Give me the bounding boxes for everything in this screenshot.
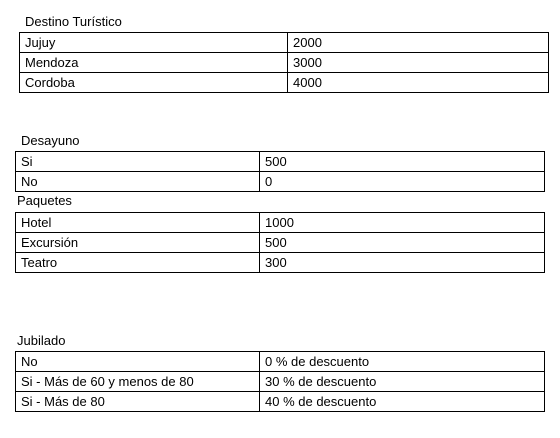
table-row: Excursión 500 bbox=[15, 232, 545, 253]
table-row: No 0 % de descuento bbox=[15, 351, 545, 372]
table-row: No 0 bbox=[15, 171, 545, 192]
row-label: Mendoza bbox=[19, 52, 288, 73]
destino-title: Destino Turístico bbox=[25, 14, 122, 29]
jubilado-table: No 0 % de descuento Si - Más de 60 y men… bbox=[15, 351, 545, 412]
table-row: Si 500 bbox=[15, 151, 545, 172]
paquetes-title: Paquetes bbox=[17, 193, 72, 208]
table-row: Si - Más de 80 40 % de descuento bbox=[15, 391, 545, 412]
row-label: Si bbox=[15, 151, 260, 172]
row-label: No bbox=[15, 351, 260, 372]
row-value: 40 % de descuento bbox=[259, 391, 545, 412]
row-label: Hotel bbox=[15, 212, 260, 233]
row-label: Si - Más de 80 bbox=[15, 391, 260, 412]
row-value: 300 bbox=[259, 252, 545, 273]
destino-table: Jujuy 2000 Mendoza 3000 Cordoba 4000 bbox=[19, 32, 549, 93]
table-row: Hotel 1000 bbox=[15, 212, 545, 233]
desayuno-table: Si 500 No 0 bbox=[15, 151, 545, 192]
table-row: Teatro 300 bbox=[15, 252, 545, 273]
row-label: Jujuy bbox=[19, 32, 288, 53]
table-row: Mendoza 3000 bbox=[19, 52, 549, 73]
row-value: 1000 bbox=[259, 212, 545, 233]
table-row: Jujuy 2000 bbox=[19, 32, 549, 53]
row-label: Si - Más de 60 y menos de 80 bbox=[15, 371, 260, 392]
row-value: 500 bbox=[259, 232, 545, 253]
row-value: 4000 bbox=[287, 72, 549, 93]
desayuno-title: Desayuno bbox=[21, 133, 80, 148]
row-value: 0 % de descuento bbox=[259, 351, 545, 372]
row-value: 0 bbox=[259, 171, 545, 192]
row-label: Teatro bbox=[15, 252, 260, 273]
row-value: 500 bbox=[259, 151, 545, 172]
table-row: Cordoba 4000 bbox=[19, 72, 549, 93]
table-row: Si - Más de 60 y menos de 80 30 % de des… bbox=[15, 371, 545, 392]
row-label: Excursión bbox=[15, 232, 260, 253]
paquetes-table: Hotel 1000 Excursión 500 Teatro 300 bbox=[15, 212, 545, 273]
row-label: Cordoba bbox=[19, 72, 288, 93]
row-label: No bbox=[15, 171, 260, 192]
row-value: 30 % de descuento bbox=[259, 371, 545, 392]
row-value: 3000 bbox=[287, 52, 549, 73]
row-value: 2000 bbox=[287, 32, 549, 53]
jubilado-title: Jubilado bbox=[17, 333, 66, 348]
